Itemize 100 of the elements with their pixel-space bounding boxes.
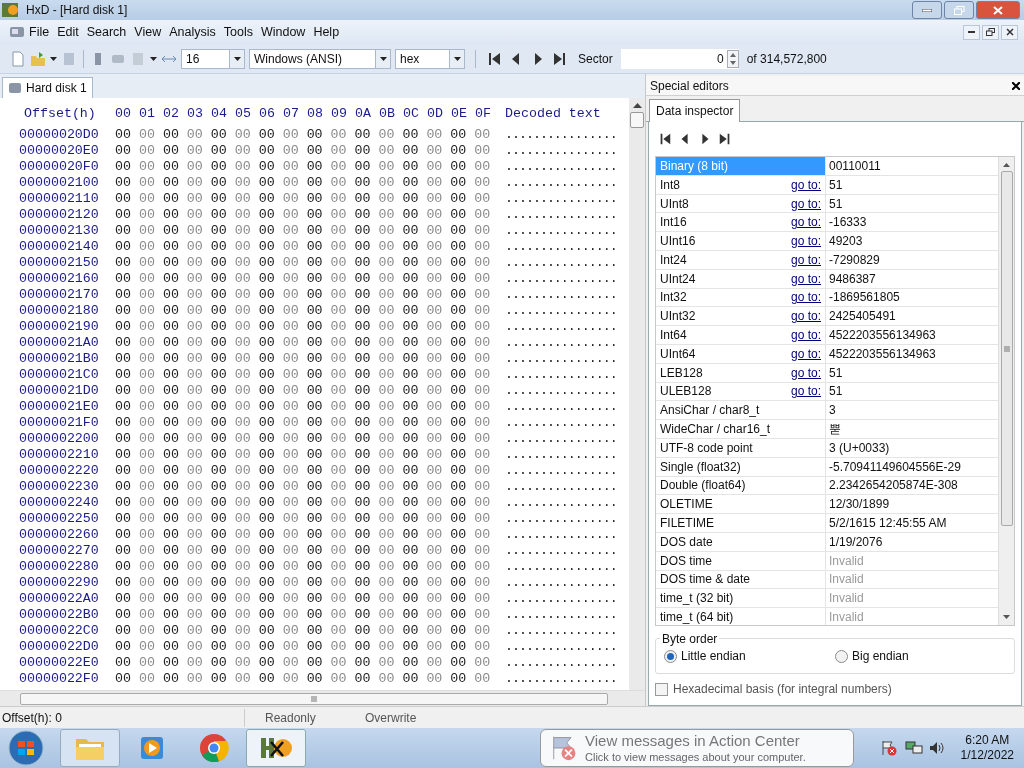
hex-bytes: 00 00 00 00 00 00 00 00 00 00 00 00 00 00 00 00: [115, 447, 492, 463]
row-label[interactable]: UInt32 go to:: [656, 307, 826, 326]
sector-total: of 314,572,800: [746, 50, 827, 68]
goto-link[interactable]: go to:: [790, 382, 821, 401]
column-header: 0E: [451, 106, 468, 122]
row-label[interactable]: WideChar / char16_t: [656, 420, 826, 438]
row-label[interactable]: UTF-8 code point: [656, 438, 826, 457]
row-value: 12/30/1899: [828, 496, 891, 514]
menu-item[interactable]: View: [130, 22, 166, 42]
row-label[interactable]: UInt16 go to:: [656, 232, 826, 250]
goto-link[interactable]: go to:: [790, 213, 821, 232]
decoded-text: ................: [505, 367, 617, 383]
hex-bytes: 00 00 00 00 00 00 00 00 00 00 00 00 00 00 00 00: [115, 223, 492, 239]
document-tab[interactable]: Hard disk 1: [2, 77, 93, 98]
decoded-text: ................: [505, 479, 617, 495]
radio-label[interactable]: Big endian: [852, 647, 909, 665]
row-value: 00110011: [828, 157, 882, 175]
clock[interactable]: 6:20 AM 1/12/2022: [960, 733, 1014, 763]
row-value: 51: [828, 383, 844, 401]
notification-popup[interactable]: View messages in Action Center Click to view messages about your computer.: [540, 729, 854, 767]
column-header: 03: [187, 106, 204, 122]
hex-bytes: 00 00 00 00 00 00 00 00 00 00 00 00 00 00 00 00: [115, 127, 492, 143]
offset-label: 0000002260: [19, 527, 100, 543]
menu-item[interactable]: Window: [256, 22, 310, 42]
dropdown[interactable]: 16: [181, 48, 245, 69]
row-label[interactable]: FILETIME: [656, 514, 826, 532]
hex-bytes: 00 00 00 00 00 00 00 00 00 00 00 00 00 00 00 00: [115, 607, 492, 623]
goto-link[interactable]: go to:: [790, 326, 821, 345]
goto-link[interactable]: go to:: [790, 194, 821, 213]
goto-link[interactable]: go to:: [790, 175, 821, 194]
row-label[interactable]: OLETIME: [656, 495, 826, 514]
hex-bytes: 00 00 00 00 00 00 00 00 00 00 00 00 00 00 00 00: [115, 463, 492, 479]
goto-link[interactable]: go to:: [790, 288, 821, 307]
hex-bytes: 00 00 00 00 00 00 00 00 00 00 00 00 00 00 00 00: [115, 287, 492, 303]
menu-item[interactable]: File: [25, 22, 54, 42]
row-label[interactable]: Int64 go to:: [656, 326, 826, 344]
offset-label: 00000021E0: [19, 399, 100, 415]
hex-bytes: 00 00 00 00 00 00 00 00 00 00 00 00 00 00 00 00: [115, 143, 492, 159]
decoded-text: ................: [505, 495, 617, 511]
row-value: -7290829: [828, 251, 881, 269]
row-label[interactable]: Int32 go to:: [656, 288, 826, 307]
hex-bytes: 00 00 00 00 00 00 00 00 00 00 00 00 00 00 00 00: [115, 399, 492, 415]
decoded-text: ................: [505, 431, 617, 447]
hex-bytes: 00 00 00 00 00 00 00 00 00 00 00 00 00 00 00 00: [115, 159, 492, 175]
panel-tab[interactable]: Data inspector: [649, 99, 741, 122]
row-label[interactable]: Single (float32): [656, 457, 826, 476]
row-value: 2425405491: [828, 308, 897, 326]
row-value: 4522203556134963: [828, 345, 937, 363]
hex-bytes: 00 00 00 00 00 00 00 00 00 00 00 00 00 00 00 00: [115, 175, 492, 191]
row-label[interactable]: UInt8 go to:: [656, 194, 826, 213]
offset-label: 0000002230: [19, 479, 100, 495]
row-value: 51: [828, 364, 844, 382]
row-label[interactable]: DOS date: [656, 532, 826, 551]
goto-link[interactable]: go to:: [790, 363, 821, 382]
decoded-text: ................: [505, 527, 617, 543]
offset-label: 00000022F0: [19, 671, 100, 687]
menu-item[interactable]: Search: [82, 22, 131, 42]
menu-item[interactable]: Analysis: [165, 22, 220, 42]
row-label[interactable]: Int8 go to:: [656, 175, 826, 194]
row-label[interactable]: UInt24 go to:: [656, 269, 826, 288]
checkbox-label[interactable]: Hexadecimal basis (for integral numbers): [673, 680, 892, 698]
row-label[interactable]: ULEB128 go to:: [656, 382, 826, 401]
status-text: Overwrite: [364, 709, 418, 727]
row-label[interactable]: Int16 go to:: [656, 213, 826, 232]
dropdown[interactable]: Windows (ANSI): [249, 48, 391, 69]
decoded-text: ................: [505, 191, 617, 207]
sector-label: Sector: [578, 50, 613, 68]
menu-item[interactable]: Edit: [53, 22, 83, 42]
goto-link[interactable]: go to:: [790, 232, 821, 251]
goto-link[interactable]: go to:: [790, 344, 821, 363]
offset-label: 0000002120: [19, 207, 100, 223]
row-value: -5.70941149604556E-29: [828, 458, 962, 476]
goto-link[interactable]: go to:: [790, 307, 821, 326]
row-value: 9486387: [828, 270, 877, 288]
radio-label[interactable]: Little endian: [681, 647, 746, 665]
decoded-text: ................: [505, 239, 617, 255]
goto-link[interactable]: go to:: [790, 269, 821, 288]
decoded-text: ................: [505, 335, 617, 351]
menu-item[interactable]: Tools: [219, 22, 257, 42]
menu-item[interactable]: Help: [309, 22, 344, 42]
decoded-text: ................: [505, 559, 617, 575]
hex-bytes: 00 00 00 00 00 00 00 00 00 00 00 00 00 00 00 00: [115, 351, 492, 367]
row-label[interactable]: AnsiChar / char8_t: [656, 401, 826, 420]
status-text: Offset(h): 0: [0, 708, 245, 727]
column-header: 06: [259, 106, 276, 122]
hex-bytes: 00 00 00 00 00 00 00 00 00 00 00 00 00 00 00 00: [115, 655, 492, 671]
row-label[interactable]: LEB128 go to:: [656, 363, 826, 382]
row-label[interactable]: Int24 go to:: [656, 251, 826, 269]
goto-link[interactable]: go to:: [790, 250, 821, 269]
hex-bytes: 00 00 00 00 00 00 00 00 00 00 00 00 00 00 00 00: [115, 527, 492, 543]
hex-bytes: 00 00 00 00 00 00 00 00 00 00 00 00 00 00 00 00: [115, 639, 492, 655]
offset-label: 0000002100: [19, 175, 100, 191]
decoded-text: ................: [505, 591, 617, 607]
offset-label: 0000002170: [19, 287, 100, 303]
offset-label: 0000002140: [19, 239, 100, 255]
sector-field[interactable]: 0: [620, 48, 739, 69]
row-value: Invalid: [828, 590, 865, 608]
row-label[interactable]: Double (float64): [656, 476, 826, 495]
row-label[interactable]: UInt64 go to:: [656, 344, 826, 363]
dropdown[interactable]: hex: [395, 48, 465, 69]
